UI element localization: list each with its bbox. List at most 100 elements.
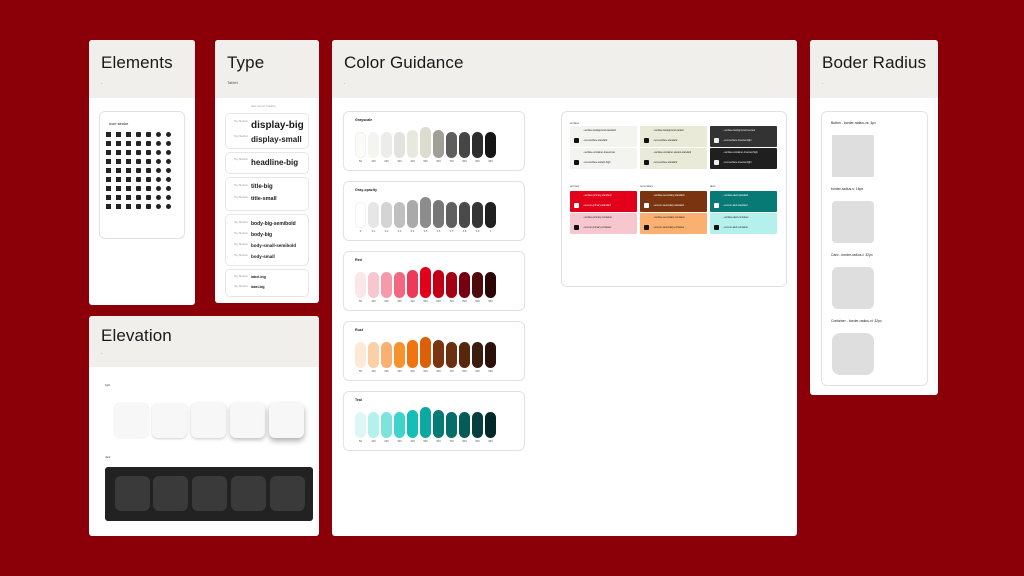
- color-swatch: [355, 132, 366, 158]
- ui-glyph-icon: [116, 150, 121, 155]
- text-color-swatch: [574, 138, 579, 143]
- surface-color-tile: --surface-primary-container --text-on-pri…: [570, 213, 637, 234]
- ui-glyph-icon: [156, 150, 161, 155]
- color-swatch: [459, 342, 470, 368]
- color-step-label: 500: [423, 440, 428, 443]
- ui-glyph-icon: [166, 159, 171, 164]
- text-color-swatch: [714, 225, 719, 230]
- type-sample: title-small: [251, 196, 277, 202]
- color-swatch: [459, 412, 470, 438]
- color-step-label: 400: [410, 370, 415, 373]
- surface-token-name: --surface-alert-standard: [723, 194, 748, 197]
- color-scale-panel: Rust 50 100 200 300 400 500 600 700 800 900 950: [343, 321, 525, 381]
- color-scale-name: Red: [355, 258, 362, 262]
- color-swatch: [433, 130, 444, 158]
- ui-glyph-icon: [156, 168, 161, 173]
- text-token-name: --text-on-alert-container: [723, 226, 748, 229]
- surface-token-name: --surface-background-standard: [583, 129, 616, 132]
- color-swatch: [368, 202, 379, 228]
- ui-glyph-icon: [156, 132, 161, 137]
- border-radius-title: Boder Radius: [822, 53, 927, 72]
- color-swatch: [368, 132, 379, 158]
- text-token-name: --text-on-alert-standard: [723, 204, 748, 207]
- color-step-label: 500: [423, 160, 428, 163]
- color-scale-labels: 50 100 200 300 400 500 600 700 800 900 950: [355, 370, 496, 373]
- color-scale-labels: 50 100 200 300 400 500 600 700 800 900 950: [355, 440, 496, 443]
- icon-panel: icon stroke: [99, 111, 185, 239]
- color-guidance-card: Color Guidance - Grayscale 50 100 200 300 400…: [332, 40, 797, 536]
- text-token-name: --text-surface-inverted-light: [723, 161, 752, 164]
- color-swatch: [368, 342, 379, 368]
- elevation-card: Elevation - light dark: [89, 316, 319, 536]
- ui-glyph-icon: [156, 186, 161, 191]
- color-step-label: 100: [371, 370, 376, 373]
- color-guidance-subtitle: -: [344, 80, 346, 85]
- color-swatch: [355, 342, 366, 368]
- color-step-label: 700: [449, 440, 454, 443]
- ui-glyph-icon: [146, 195, 151, 200]
- color-scale-panel: Teal 50 100 200 300 400 500 600 700 800 900 950: [343, 391, 525, 451]
- elevation-dark-3: [192, 476, 227, 511]
- color-swatch: [433, 200, 444, 228]
- elevation-header: Elevation -: [89, 316, 319, 367]
- ui-glyph-icon: [136, 195, 141, 200]
- type-group-headline: Tiny Medium headline-big: [225, 152, 309, 174]
- color-step-label: 400: [410, 160, 415, 163]
- surface-token-name: --surface-primary-standard: [583, 194, 612, 197]
- text-color-swatch: [714, 160, 719, 165]
- type-sample: body-big: [251, 232, 273, 238]
- type-meta: Tiny Medium: [233, 254, 248, 257]
- ui-glyph-icon: [106, 195, 111, 200]
- color-swatch: [433, 270, 444, 298]
- color-step-label: 800: [462, 160, 467, 163]
- color-swatch-strip: [355, 337, 496, 368]
- color-swatch: [355, 412, 366, 438]
- radius-label: border-radius-s: 16px: [831, 187, 864, 191]
- ui-glyph-icon: [136, 204, 141, 209]
- color-step-label: 600: [436, 440, 441, 443]
- type-meta: Tiny Medium: [233, 243, 248, 246]
- color-step-label: 0.2: [384, 230, 389, 233]
- elements-card: Elements - icon stroke: [89, 40, 195, 305]
- color-step-label: 200: [384, 440, 389, 443]
- type-meta: Tiny Medium: [233, 196, 248, 199]
- color-step-label: 950: [488, 440, 493, 443]
- type-sample: body-small-semibold: [251, 243, 297, 248]
- color-swatch: [459, 272, 470, 298]
- ui-glyph-icon: [136, 186, 141, 191]
- surface-token-name: --surface-background-variant: [653, 129, 684, 132]
- elevation-light-5: [269, 403, 304, 438]
- elevation-subtitle: -: [101, 350, 103, 355]
- ui-glyph-icon: [116, 177, 121, 182]
- color-swatch: [394, 342, 405, 368]
- ui-glyph-icon: [106, 141, 111, 146]
- type-meta: Tiny Medium: [233, 184, 248, 187]
- ui-glyph-icon: [136, 177, 141, 182]
- type-sample: display-big: [251, 120, 304, 131]
- color-step-label: 500: [423, 300, 428, 303]
- elevation-light-label: light: [105, 383, 111, 387]
- color-swatch: [433, 340, 444, 368]
- type-meta: Tiny Medium: [233, 221, 248, 224]
- surface-token-name: --surface-container-inverted-high: [723, 151, 758, 154]
- type-header-note: Size Line Ht Tracking: [251, 105, 276, 108]
- primary-group-label: primary: [570, 184, 580, 188]
- color-step-label: 900: [475, 370, 480, 373]
- color-step-label: 100: [371, 300, 376, 303]
- color-scale-name: Rust: [355, 328, 363, 332]
- color-swatch: [394, 132, 405, 158]
- surface-token-name: --surface-secondary-container: [653, 216, 685, 219]
- surface-color-tile: --surface-background-inverted --text-surf…: [710, 126, 777, 147]
- color-step-label: 800: [462, 370, 467, 373]
- color-step-label: 900: [475, 440, 480, 443]
- color-step-label: 50: [359, 440, 362, 443]
- color-step-label: 200: [384, 160, 389, 163]
- color-step-label: 0.9: [475, 230, 480, 233]
- ui-glyph-icon: [146, 141, 151, 146]
- ui-glyph-icon: [106, 204, 111, 209]
- elements-subtitle: -: [101, 80, 103, 85]
- color-swatch-strip: [355, 197, 496, 228]
- text-token-name: --text-surface-variant-high: [583, 161, 611, 164]
- color-swatch: [446, 342, 457, 368]
- ui-glyph-icon: [156, 159, 161, 164]
